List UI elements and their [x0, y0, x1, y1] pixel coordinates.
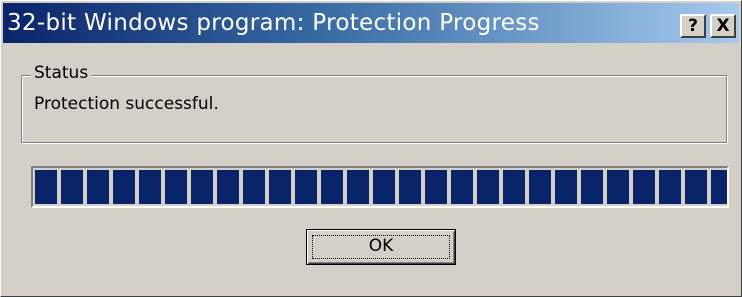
protection-progress-dialog: 32-bit Windows program: Protection Progr… [0, 0, 742, 297]
close-button[interactable]: X [710, 14, 736, 38]
help-button[interactable]: ? [680, 14, 706, 38]
progress-block [321, 170, 343, 204]
progress-block [87, 170, 109, 204]
ok-button-label: OK [368, 236, 394, 256]
close-icon: X [716, 16, 730, 36]
progress-block [633, 170, 655, 204]
progress-block [477, 170, 499, 204]
progress-block [399, 170, 421, 204]
progress-block [269, 170, 291, 204]
help-icon: ? [688, 16, 698, 36]
progress-block [607, 170, 629, 204]
progress-block [425, 170, 447, 204]
progress-block [61, 170, 83, 204]
progress-block [373, 170, 395, 204]
progress-block [503, 170, 525, 204]
status-group-label: Status [31, 62, 92, 84]
progress-bar [31, 166, 729, 208]
progress-fill [35, 170, 727, 204]
progress-block [113, 170, 135, 204]
ok-button[interactable]: OK [306, 229, 456, 265]
progress-block [555, 170, 577, 204]
progress-block [295, 170, 317, 204]
progress-block [451, 170, 473, 204]
progress-block [243, 170, 265, 204]
window-title: 32-bit Windows program: Protection Progr… [7, 10, 540, 36]
title-bar[interactable]: 32-bit Windows program: Protection Progr… [3, 3, 739, 43]
progress-block [685, 170, 707, 204]
progress-block [529, 170, 551, 204]
progress-block [191, 170, 213, 204]
progress-block [139, 170, 161, 204]
progress-block [581, 170, 603, 204]
progress-block [659, 170, 681, 204]
progress-block [165, 170, 187, 204]
progress-block [711, 170, 727, 204]
progress-block [35, 170, 57, 204]
progress-block [217, 170, 239, 204]
status-message: Protection successful. [34, 94, 219, 114]
progress-block [347, 170, 369, 204]
